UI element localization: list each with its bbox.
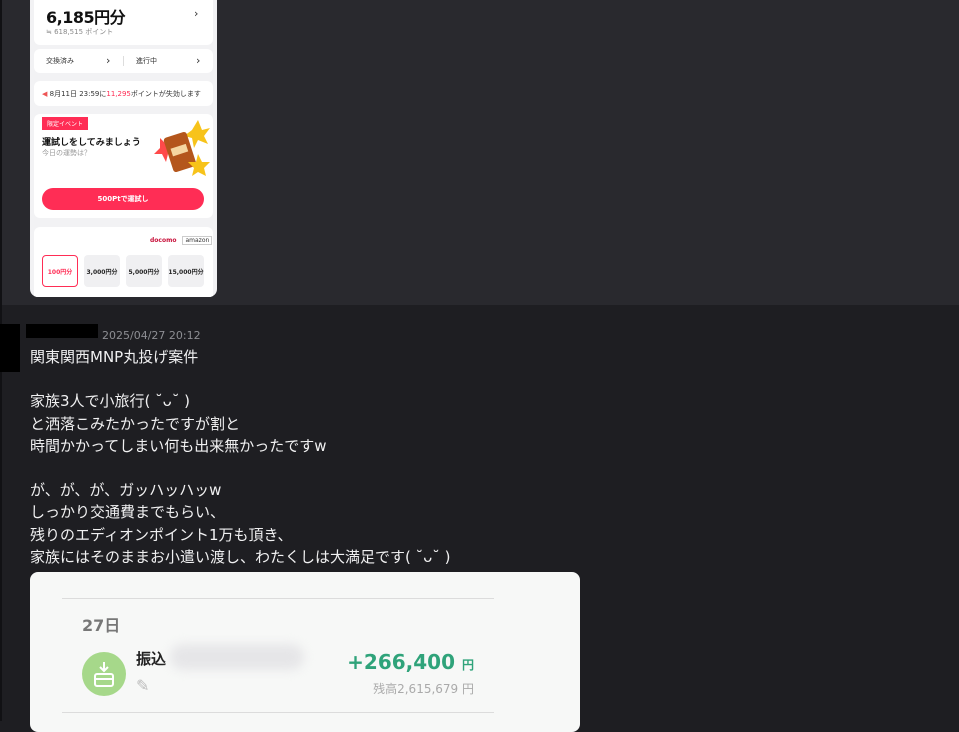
message-line: 家族3人で小旅行( ˘ᴗ˘ ) bbox=[30, 392, 190, 411]
amount-value: +266,400 bbox=[347, 650, 456, 674]
message-line: 家族にはそのままお小遣い渡し、わたくしは大満足です( ˘ᴗ˘ ) bbox=[30, 547, 451, 566]
docomo-logo: docomo bbox=[150, 237, 177, 244]
option-3000[interactable]: 3,000円分 bbox=[84, 255, 120, 287]
balance-points: ≒ 618,515 ポイント bbox=[46, 28, 114, 36]
message-line: 残りのエディオンポイント1万も頂き、 bbox=[30, 525, 293, 544]
exchanged-label: 交換済み bbox=[46, 57, 74, 65]
message-line bbox=[30, 368, 590, 390]
message-timestamp: 2025/04/27 20:12 bbox=[102, 329, 201, 342]
transaction-description: 振込 bbox=[136, 650, 167, 668]
expiry-points: 11,295 bbox=[106, 90, 131, 98]
deposit-icon bbox=[82, 652, 126, 696]
phone-screenshot-attachment[interactable]: 6,185円分 ≒ 618,515 ポイント › 交換済み › 進行中 › ◀ … bbox=[30, 0, 217, 297]
avatar[interactable] bbox=[0, 324, 20, 372]
message-body: 関東関西MNP丸投げ案件 家族3人で小旅行( ˘ᴗ˘ ) と洒落こみたかったです… bbox=[30, 346, 590, 568]
chevron-right-icon: › bbox=[196, 54, 201, 67]
option-5000[interactable]: 5,000円分 bbox=[126, 255, 162, 287]
pencil-icon: ✎ bbox=[136, 676, 150, 695]
expiry-prefix: 8月11日 23:59に bbox=[49, 90, 107, 98]
event-subtitle: 今日の運勢は？ bbox=[42, 149, 91, 157]
blurred-payer-name bbox=[170, 644, 304, 670]
message-line: と洒落こみたかったですが割と bbox=[30, 414, 241, 433]
balance-amount: 6,185円分 bbox=[46, 8, 126, 27]
option-100[interactable]: 100円分 bbox=[42, 255, 78, 287]
event-tag: 限定イベント bbox=[42, 117, 89, 130]
status-row: 交換済み › 進行中 › bbox=[34, 49, 213, 73]
expiry-text: ◀ 8月11日 23:59に11,295ポイントが失効します bbox=[42, 89, 201, 99]
chevron-right-icon: › bbox=[106, 54, 111, 67]
account-balance: 残高2,615,679 円 bbox=[373, 682, 474, 696]
option-15000[interactable]: 15,000円分 bbox=[168, 255, 204, 287]
bank-screenshot-attachment[interactable]: 27日 振込 ✎ +266,400 円 残高2,615,679 円 bbox=[30, 572, 580, 732]
message-line: が、が、が、ガッハッハッw bbox=[30, 481, 222, 500]
fortune-box-icon bbox=[154, 120, 210, 176]
transaction-amount: +266,400 円 bbox=[347, 650, 474, 674]
amount-unit: 円 bbox=[461, 658, 474, 672]
divider bbox=[62, 712, 494, 713]
expiry-suffix: ポイントが失効します bbox=[130, 90, 201, 98]
divider bbox=[123, 56, 124, 66]
message-line: 関東関西MNP丸投げ案件 bbox=[30, 348, 199, 366]
lottery-button[interactable]: 500Ptで運試し bbox=[42, 188, 204, 210]
chevron-right-icon: › bbox=[194, 7, 199, 20]
message-line: 時間かかってしまい何も出来無かったですw bbox=[30, 436, 327, 455]
in-progress-label: 進行中 bbox=[136, 57, 157, 65]
transaction-day: 27日 bbox=[82, 616, 121, 635]
exchange-card: docomo amazon 100円分 3,000円分 5,000円分 15,00… bbox=[34, 227, 213, 297]
lottery-event-card: 限定イベント 運試しをしてみましょう 今日の運勢は？ 500Ptで運試し bbox=[34, 114, 213, 218]
event-title: 運試しをしてみましょう bbox=[42, 138, 141, 148]
amazon-logo: amazon bbox=[182, 236, 213, 245]
expiry-notice: ◀ 8月11日 23:59に11,295ポイントが失効します bbox=[34, 81, 213, 106]
balance-card: 6,185円分 ≒ 618,515 ポイント › bbox=[34, 0, 213, 45]
megaphone-icon: ◀ bbox=[42, 90, 48, 98]
username-redacted[interactable] bbox=[26, 324, 98, 338]
message-line: しっかり交通費までもらい、 bbox=[30, 503, 226, 522]
partner-logos: docomo amazon bbox=[150, 236, 213, 245]
message-line bbox=[30, 457, 590, 479]
divider bbox=[62, 598, 494, 599]
